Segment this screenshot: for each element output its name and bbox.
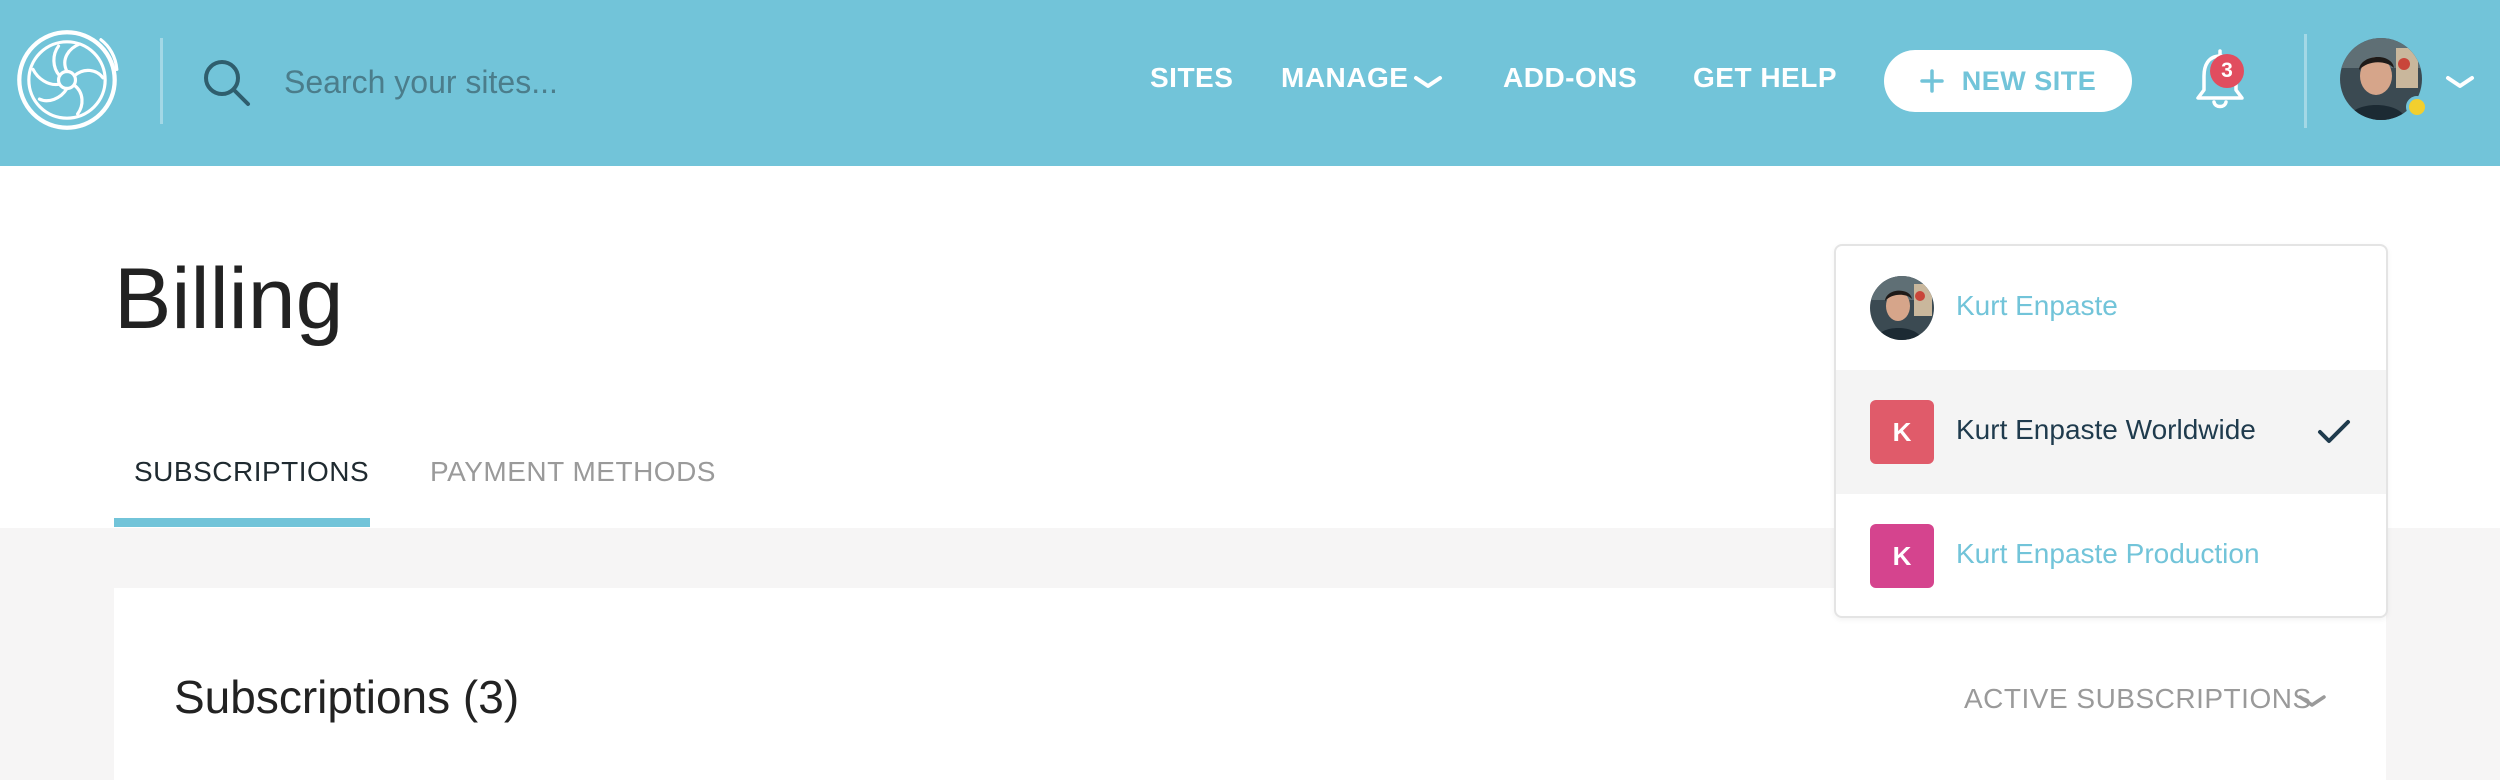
new-site-button[interactable]: NEW SITE [1884, 50, 2132, 112]
flywheel-logo-icon[interactable] [14, 27, 120, 133]
tab-payment-methods[interactable]: PAYMENT METHODS [430, 456, 716, 488]
chevron-down-icon[interactable] [1412, 70, 1444, 94]
account-name: Kurt Enpaste Production [1956, 538, 2260, 569]
chevron-down-icon[interactable] [2444, 70, 2476, 94]
nav-get-help[interactable]: GET HELP [1693, 62, 1837, 102]
new-site-label: NEW SITE [1961, 65, 2097, 96]
checkmark-icon [2318, 420, 2350, 443]
nav-sites[interactable]: SITES [1150, 62, 1233, 102]
account-initial-avatar: K [1870, 400, 1934, 464]
account-initial-avatar: K [1870, 524, 1934, 588]
card-title: Subscriptions (3) [174, 671, 520, 723]
chevron-down-icon[interactable] [2296, 690, 2328, 712]
account-item-personal[interactable]: Kurt Enpaste [1836, 246, 2386, 370]
search-icon[interactable] [200, 56, 254, 110]
page-title: Billing [114, 251, 344, 347]
account-item-production[interactable]: K Kurt Enpaste Production [1836, 494, 2386, 616]
logo-divider [160, 38, 163, 124]
nav-manage[interactable]: MANAGE [1281, 62, 1408, 102]
account-name: Kurt Enpaste [1956, 290, 2118, 321]
online-status-dot [2406, 96, 2428, 118]
notification-badge: 3 [2210, 54, 2244, 88]
account-avatar [1870, 276, 1934, 340]
account-name: Kurt Enpaste Worldwide [1956, 414, 2256, 445]
account-item-worldwide[interactable]: K Kurt Enpaste Worldwide [1836, 370, 2386, 494]
tab-subscriptions[interactable]: SUBSCRIPTIONS [134, 456, 369, 488]
account-switcher-dropdown: Kurt Enpaste K Kurt Enpaste Worldwide K … [1834, 244, 2388, 618]
nav-add-ons[interactable]: ADD-ONS [1503, 62, 1637, 102]
subscription-filter-dropdown[interactable]: ACTIVE SUBSCRIPTIONS [1964, 683, 2312, 715]
user-divider [2304, 34, 2307, 128]
search-input[interactable] [284, 54, 844, 110]
active-tab-indicator [114, 518, 370, 527]
plus-icon [1919, 69, 1944, 93]
